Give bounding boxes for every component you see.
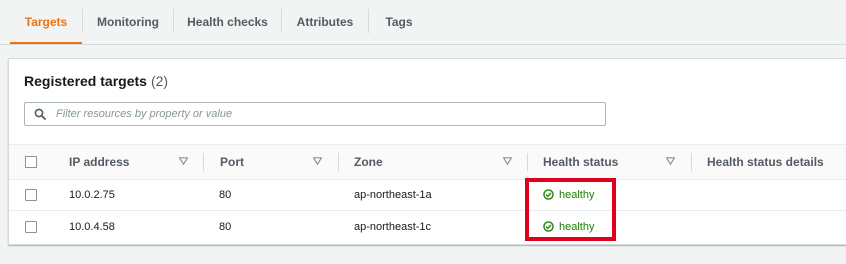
row-checkbox[interactable]: [25, 221, 37, 233]
sort-down-icon[interactable]: [179, 157, 188, 165]
column-header-health-status[interactable]: Health status: [543, 145, 618, 179]
column-divider: [338, 153, 339, 171]
column-divider: [691, 153, 692, 171]
port-cell: 80: [219, 188, 232, 201]
zone-cell: ap-northeast-1c: [354, 220, 432, 233]
column-header-zone[interactable]: Zone: [354, 145, 383, 179]
row-checkbox[interactable]: [25, 189, 37, 201]
panel-title-text: Registered targets: [24, 73, 147, 89]
column-header-health-status-details[interactable]: Health status details: [707, 145, 824, 179]
tab-tags[interactable]: Tags: [369, 0, 429, 43]
health-status-highlight-box: [525, 178, 616, 241]
registered-targets-panel: Registered targets(2) IP address Port Zo…: [8, 58, 846, 245]
tab-health-checks[interactable]: Health checks: [174, 0, 281, 43]
zone-cell: ap-northeast-1a: [354, 188, 432, 201]
search-input[interactable]: [54, 104, 598, 124]
table-row[interactable]: 10.0.2.75 80 ap-northeast-1a healthy: [9, 179, 846, 211]
panel-title: Registered targets (2): [24, 73, 168, 89]
port-cell: 80: [219, 220, 232, 233]
tab-targets[interactable]: Targets: [10, 0, 82, 44]
search-box: [24, 102, 606, 126]
sort-down-icon[interactable]: [313, 157, 322, 165]
ip-address-cell: 10.0.2.75: [69, 188, 115, 201]
sort-down-icon[interactable]: [503, 157, 512, 165]
select-all-checkbox[interactable]: [25, 156, 37, 168]
table-row[interactable]: 10.0.4.58 80 ap-northeast-1c healthy: [9, 211, 846, 242]
ip-address-cell: 10.0.4.58: [69, 220, 115, 233]
tab-attributes[interactable]: Attributes: [282, 0, 368, 43]
target-count: (2): [150, 73, 169, 89]
column-divider: [203, 153, 204, 171]
column-divider: [527, 153, 528, 171]
search-icon: [34, 108, 46, 120]
table-header: IP address Port Zone Health status Healt…: [9, 144, 846, 180]
column-header-port[interactable]: Port: [220, 145, 244, 179]
column-header-ip-address[interactable]: IP address: [69, 145, 129, 179]
tab-bar: Targets Monitoring Health checks Attribu…: [0, 0, 846, 45]
sort-down-icon[interactable]: [666, 157, 675, 165]
tab-monitoring[interactable]: Monitoring: [83, 0, 173, 43]
